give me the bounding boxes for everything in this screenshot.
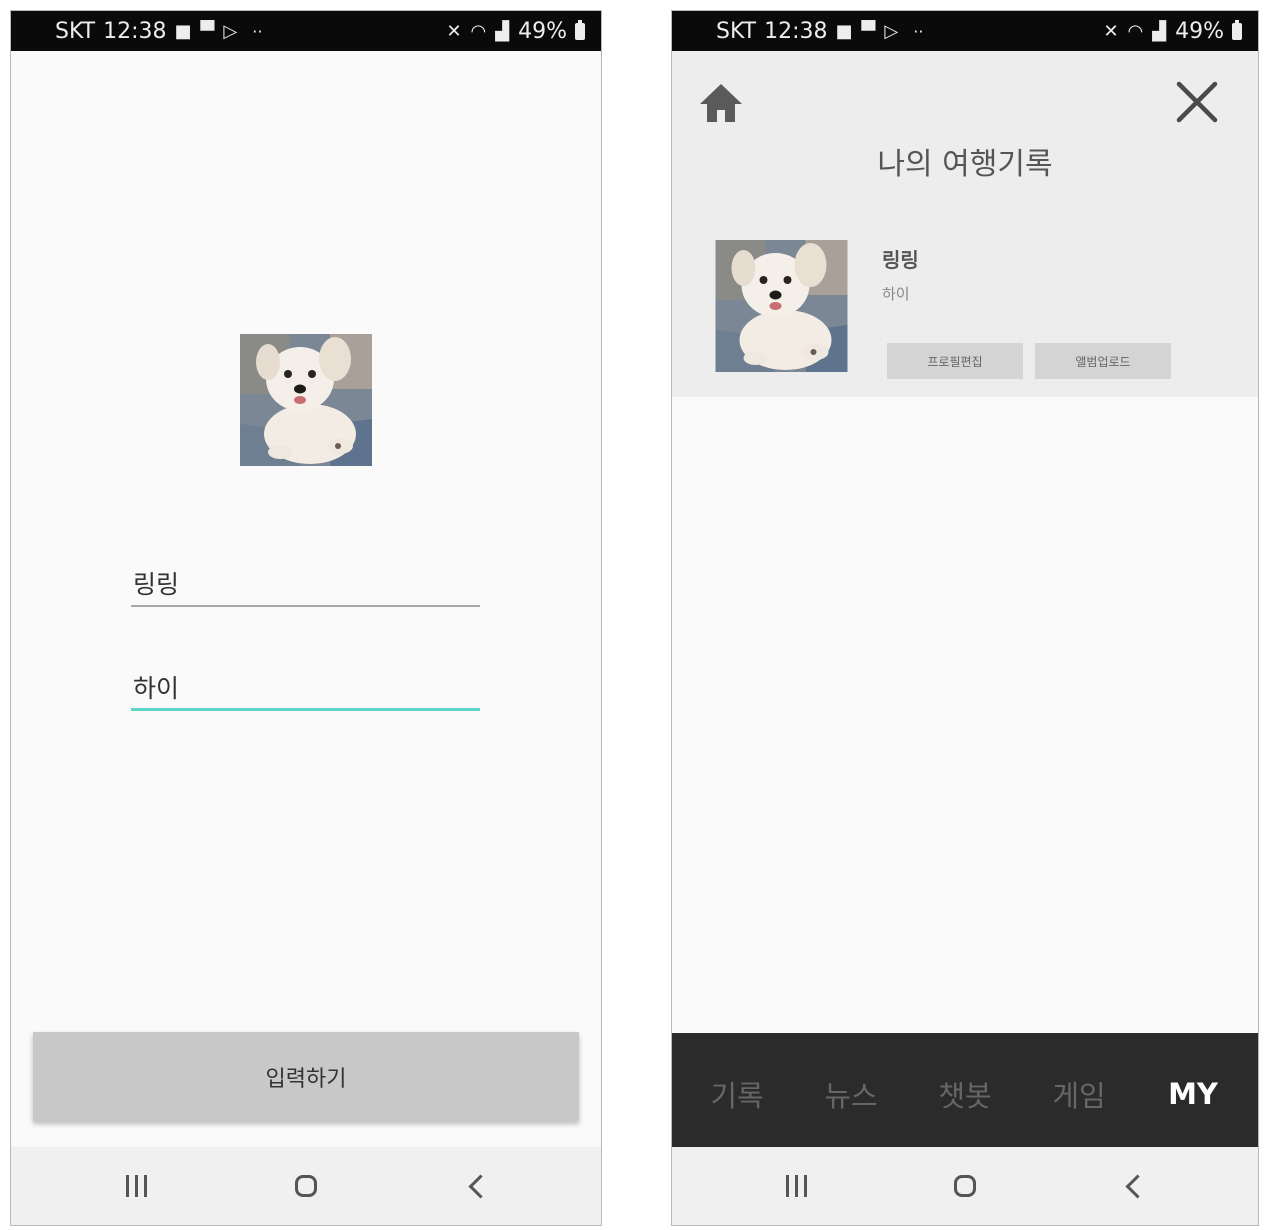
battery-percent: 49% [1175,18,1224,44]
wifi-icon: ◠ [470,20,488,42]
close-icon[interactable] [1174,79,1220,125]
submit-button[interactable]: 입력하기 [33,1032,579,1121]
carrier-label: SKT [716,18,757,44]
more-icon: ·· [913,21,924,41]
tab-news[interactable]: 뉴스 [796,1065,906,1115]
signal-icon: ▟ [1152,20,1168,42]
intro-input[interactable] [131,667,480,707]
recent-apps-icon[interactable] [756,1161,836,1211]
more-icon: ·· [252,21,263,41]
name-input[interactable] [131,563,480,603]
bottom-tab-bar: 기록 뉴스 챗봇 게임 MY [672,1033,1258,1147]
mute-icon: ✕ [446,20,463,42]
system-nav-bar [672,1147,1258,1225]
message-icon: ▀ [200,20,216,42]
my-travel-record-screen: SKT 12:38 ■ ▀ ▷ ·· ✕ ◠ ▟ 49% 나의 여행기록 링링 … [671,10,1259,1226]
tab-my[interactable]: MY [1138,1069,1248,1111]
home-button-icon[interactable] [266,1161,346,1211]
battery-percent: 49% [518,18,567,44]
intro-underline-focused [131,708,480,711]
home-button-icon[interactable] [925,1161,1005,1211]
carrier-label: SKT [55,18,96,44]
battery-icon [1232,19,1242,40]
time-label: 12:38 [764,18,828,44]
profile-name: 링링 [882,248,919,272]
tab-game[interactable]: 게임 [1024,1065,1134,1115]
battery-icon [575,19,585,40]
play-icon: ▷ [884,20,900,42]
mute-icon: ✕ [1103,20,1120,42]
status-bar: SKT 12:38 ■ ▀ ▷ ·· ✕ ◠ ▟ 49% [11,11,601,51]
upload-album-button[interactable]: 앨범업로드 [1035,343,1171,379]
wifi-icon: ◠ [1127,20,1145,42]
status-bar: SKT 12:38 ■ ▀ ▷ ·· ✕ ◠ ▟ 49% [672,11,1258,51]
tab-chatbot[interactable]: 챗봇 [910,1065,1020,1115]
tab-record[interactable]: 기록 [682,1065,792,1115]
name-underline [131,605,480,607]
camera-icon: ■ [835,20,854,42]
play-icon: ▷ [223,20,239,42]
back-icon[interactable] [1094,1161,1174,1211]
profile-input-screen: SKT 12:38 ■ ▀ ▷ ·· ✕ ◠ ▟ 49% 입력하기 [10,10,602,1226]
signal-icon: ▟ [495,20,511,42]
back-icon[interactable] [436,1161,516,1211]
message-icon: ▀ [861,20,877,42]
home-icon[interactable] [696,78,746,128]
edit-profile-button[interactable]: 프로필편집 [887,343,1023,379]
profile-photo [714,240,849,372]
time-label: 12:38 [103,18,167,44]
name-field[interactable] [131,563,480,607]
page-title: 나의 여행기록 [877,147,1053,182]
profile-header: 나의 여행기록 링링 하이 프로필편집 앨범업로드 [672,51,1258,397]
camera-icon: ■ [174,20,193,42]
intro-field[interactable] [131,667,480,711]
system-nav-bar [11,1147,601,1225]
profile-intro: 하이 [882,285,910,303]
recent-apps-icon[interactable] [96,1161,176,1211]
profile-photo[interactable] [240,334,372,466]
